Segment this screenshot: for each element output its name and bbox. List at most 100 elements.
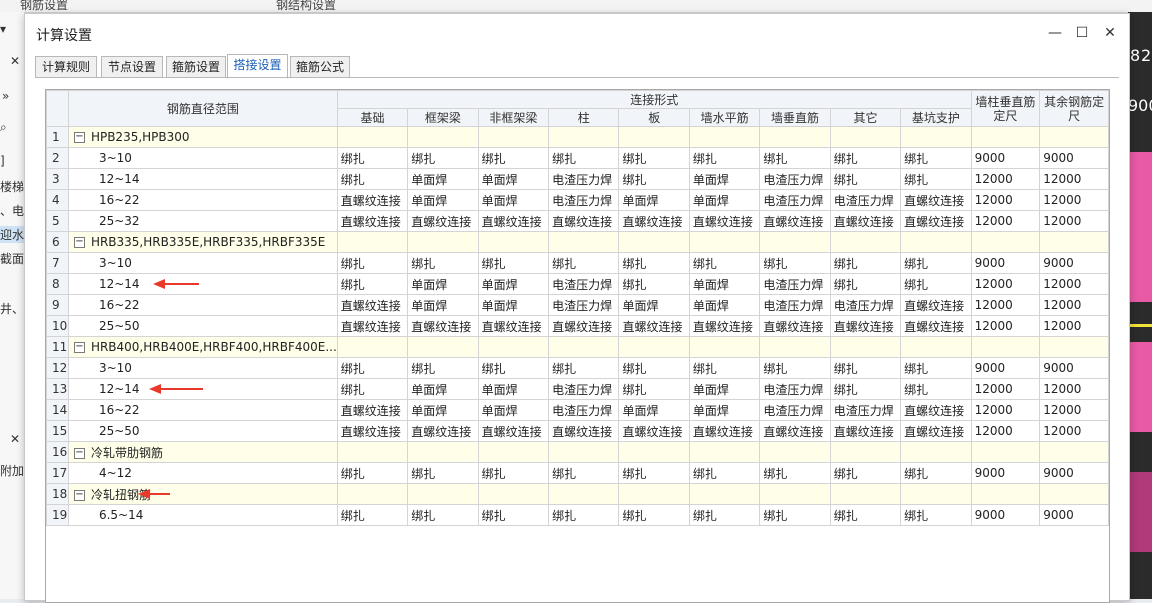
connection-cell[interactable]: 直螺纹连接 [618, 210, 690, 232]
connection-cell[interactable]: 直螺纹连接 [900, 420, 972, 442]
connection-cell[interactable] [688, 483, 761, 505]
diameter-range-cell[interactable]: 4~12 [67, 462, 338, 484]
connection-cell[interactable]: 单面焊 [477, 399, 550, 421]
connection-cell[interactable] [407, 336, 479, 358]
connection-cell[interactable]: 单面焊 [477, 168, 550, 190]
connection-cell[interactable] [688, 336, 761, 358]
connection-cell[interactable]: 电渣压力焊 [759, 273, 831, 295]
connection-cell[interactable]: 9000 [970, 504, 1041, 526]
connection-cell[interactable]: 绑扎 [900, 168, 972, 190]
connection-cell[interactable]: 直螺纹连接 [829, 210, 902, 232]
connection-cell[interactable] [1039, 483, 1109, 505]
diameter-range-cell[interactable]: 6.5~14 [67, 504, 338, 526]
collapse-icon[interactable]: − [73, 132, 85, 143]
connection-cell[interactable]: 绑扎 [407, 357, 479, 379]
connection-cell[interactable]: 绑扎 [336, 168, 409, 190]
diameter-range-cell[interactable]: 16~22 [67, 294, 338, 316]
close-button[interactable]: ✕ [1099, 23, 1121, 43]
tab-node-settings[interactable]: 节点设置 [101, 56, 163, 78]
connection-cell[interactable]: 绑扎 [829, 357, 902, 379]
connection-cell[interactable]: 电渣压力焊 [548, 189, 620, 211]
connection-cell[interactable]: 电渣压力焊 [548, 399, 620, 421]
connection-cell[interactable]: 12000 [970, 294, 1041, 316]
connection-cell[interactable]: 绑扎 [336, 378, 409, 400]
connection-cell[interactable]: 绑扎 [548, 504, 620, 526]
connection-cell[interactable]: 绑扎 [477, 504, 550, 526]
table-row[interactable]: 2 3~10 绑扎 绑扎 绑扎 绑扎 绑扎 绑扎 绑扎 绑扎 绑扎 9000 9000 [46, 147, 1109, 169]
connection-cell[interactable]: 绑扎 [829, 252, 902, 274]
connection-cell[interactable]: 直螺纹连接 [336, 189, 409, 211]
connection-cell[interactable] [970, 231, 1041, 253]
connection-cell[interactable]: 9000 [970, 462, 1041, 484]
connection-cell[interactable] [336, 126, 409, 148]
connection-cell[interactable]: 直螺纹连接 [477, 420, 550, 442]
diameter-range-cell[interactable]: 25~32 [67, 210, 338, 232]
connection-cell[interactable]: 单面焊 [688, 294, 761, 316]
bg-dropdown-icon[interactable]: ▾ [0, 22, 6, 36]
connection-cell[interactable]: 单面焊 [618, 294, 690, 316]
connection-cell[interactable]: 绑扎 [336, 147, 409, 169]
connection-cell[interactable]: 绑扎 [618, 378, 690, 400]
group-cell[interactable]: − HRB400,HRB400E,HRBF400,HRBF400E... [67, 336, 338, 358]
connection-cell[interactable]: 直螺纹连接 [407, 420, 479, 442]
connection-cell[interactable]: 单面焊 [688, 399, 761, 421]
connection-cell[interactable]: 绑扎 [900, 357, 972, 379]
connection-cell[interactable] [548, 336, 620, 358]
connection-cell[interactable]: 绑扎 [900, 147, 972, 169]
connection-cell[interactable]: 电渣压力焊 [548, 378, 620, 400]
connection-cell[interactable] [618, 126, 690, 148]
connection-cell[interactable] [407, 441, 479, 463]
connection-cell[interactable]: 单面焊 [407, 168, 479, 190]
bg-expand-icon[interactable]: » [2, 89, 9, 103]
connection-cell[interactable]: 绑扎 [336, 504, 409, 526]
connection-cell[interactable] [1039, 441, 1109, 463]
connection-cell[interactable] [759, 126, 831, 148]
bg-search-icon[interactable]: ⌕ [0, 120, 7, 135]
connection-cell[interactable]: 9000 [970, 252, 1041, 274]
table-row[interactable]: 7 3~10 绑扎 绑扎 绑扎 绑扎 绑扎 绑扎 绑扎 绑扎 绑扎 9000 9000 [46, 252, 1109, 274]
connection-cell[interactable] [829, 231, 902, 253]
minimize-button[interactable]: — [1044, 23, 1066, 43]
connection-cell[interactable]: 绑扎 [336, 357, 409, 379]
connection-cell[interactable]: 直螺纹连接 [829, 315, 902, 337]
connection-cell[interactable]: 单面焊 [407, 189, 479, 211]
connection-cell[interactable] [688, 231, 761, 253]
table-row[interactable]: 19 6.5~14 绑扎 绑扎 绑扎 绑扎 绑扎 绑扎 绑扎 绑扎 绑扎 9000 9000 [46, 504, 1109, 526]
connection-cell[interactable]: 12000 [970, 315, 1041, 337]
tab-stirrup-settings[interactable]: 箍筋设置 [166, 56, 226, 78]
connection-cell[interactable] [829, 336, 902, 358]
connection-cell[interactable]: 绑扎 [618, 168, 690, 190]
connection-cell[interactable] [759, 231, 831, 253]
connection-cell[interactable]: 电渣压力焊 [829, 399, 902, 421]
connection-cell[interactable] [477, 441, 550, 463]
connection-cell[interactable]: 直螺纹连接 [336, 420, 409, 442]
table-row[interactable]: 5 25~32 直螺纹连接 直螺纹连接 直螺纹连接 直螺纹连接 直螺纹连接 直螺纹连接 直螺纹连… [46, 210, 1109, 232]
connection-cell[interactable]: 直螺纹连接 [477, 210, 550, 232]
connection-cell[interactable]: 绑扎 [900, 504, 972, 526]
connection-cell[interactable]: 绑扎 [548, 147, 620, 169]
connection-cell[interactable] [477, 336, 550, 358]
diameter-range-cell[interactable]: 25~50 [67, 315, 338, 337]
connection-cell[interactable]: 绑扎 [618, 273, 690, 295]
connection-cell[interactable]: 绑扎 [618, 357, 690, 379]
connection-cell[interactable]: 9000 [1039, 504, 1109, 526]
connection-cell[interactable]: 12000 [970, 168, 1041, 190]
diameter-range-cell[interactable]: 3~10 [67, 147, 338, 169]
connection-cell[interactable]: 单面焊 [618, 399, 690, 421]
connection-cell[interactable] [829, 126, 902, 148]
table-row[interactable]: 15 25~50 直螺纹连接 直螺纹连接 直螺纹连接 直螺纹连接 直螺纹连接 直螺纹连接 直螺纹… [46, 420, 1109, 442]
connection-cell[interactable] [759, 441, 831, 463]
connection-cell[interactable]: 直螺纹连接 [900, 210, 972, 232]
connection-cell[interactable]: 绑扎 [688, 147, 761, 169]
connection-cell[interactable]: 直螺纹连接 [759, 315, 831, 337]
connection-cell[interactable]: 绑扎 [759, 357, 831, 379]
connection-cell[interactable]: 12000 [1039, 378, 1109, 400]
connection-cell[interactable]: 电渣压力焊 [548, 273, 620, 295]
connection-cell[interactable]: 单面焊 [688, 378, 761, 400]
connection-cell[interactable] [900, 483, 972, 505]
connection-cell[interactable]: 绑扎 [900, 252, 972, 274]
connection-cell[interactable]: 单面焊 [477, 273, 550, 295]
connection-cell[interactable]: 单面焊 [407, 273, 479, 295]
connection-cell[interactable]: 绑扎 [900, 378, 972, 400]
connection-cell[interactable]: 直螺纹连接 [900, 315, 972, 337]
